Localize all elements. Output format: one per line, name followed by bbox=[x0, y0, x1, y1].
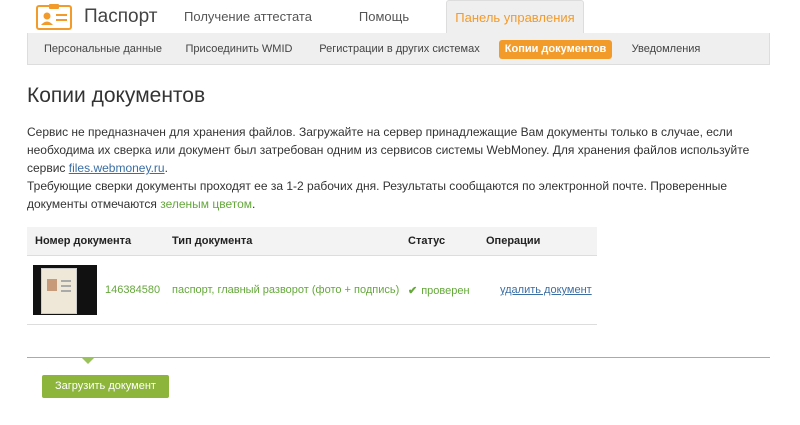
tab-get-certificate[interactable]: Получение аттестата bbox=[176, 0, 320, 33]
subnav-notifications[interactable]: Уведомления bbox=[624, 40, 708, 59]
top-navigation: Паспорт Получение аттестата Помощь Панел… bbox=[0, 0, 800, 34]
divider-pointer-icon bbox=[82, 358, 94, 364]
table-header-row: Номер документа Тип документа Статус Опе… bbox=[27, 227, 597, 256]
section-divider bbox=[27, 357, 770, 358]
page-title: Копии документов bbox=[27, 84, 206, 107]
brand-title[interactable]: Паспорт bbox=[84, 6, 157, 28]
header-status: Статус bbox=[408, 227, 486, 256]
subnav-other-registrations[interactable]: Регистрации в других системах bbox=[312, 40, 487, 59]
document-number: 146384580 bbox=[105, 284, 161, 296]
subnav-document-copies[interactable]: Копии документов bbox=[499, 40, 612, 59]
header-operations: Операции bbox=[486, 227, 597, 256]
document-thumbnail-icon[interactable] bbox=[33, 265, 97, 315]
delete-document-link[interactable]: удалить документ bbox=[500, 284, 592, 296]
subnav-attach-wmid[interactable]: Присоединить WMID bbox=[180, 40, 298, 59]
document-status: проверен bbox=[421, 284, 470, 297]
subnav-bar: Персональные данные Присоединить WMID Ре… bbox=[27, 33, 770, 65]
operations-cell: удалить документ bbox=[486, 255, 597, 325]
subnav-personal-data[interactable]: Персональные данные bbox=[38, 40, 168, 59]
documents-table: Номер документа Тип документа Статус Опе… bbox=[27, 227, 597, 325]
document-cell: 146384580 bbox=[27, 255, 172, 325]
intro2-text-part1: Требующие сверки документы проходят ее з… bbox=[27, 179, 728, 211]
intro-text: Сервис не предназначен для хранения файл… bbox=[27, 123, 767, 213]
document-type: паспорт, главный разворот (фото + подпис… bbox=[172, 255, 408, 325]
document-status-cell: ✔ проверен bbox=[408, 255, 486, 325]
upload-document-button[interactable]: Загрузить документ bbox=[42, 375, 169, 398]
files-link[interactable]: files.webmoney.ru bbox=[69, 161, 165, 175]
check-icon: ✔ bbox=[408, 284, 418, 297]
tab-control-panel[interactable]: Панель управления bbox=[446, 0, 584, 34]
intro2-text-part2: . bbox=[252, 197, 256, 211]
intro2-green-text: зеленым цветом bbox=[160, 197, 253, 211]
tab-help[interactable]: Помощь bbox=[340, 0, 428, 33]
table-row: 146384580 паспорт, главный разворот (фот… bbox=[27, 255, 597, 325]
intro-text-part2: . bbox=[164, 161, 168, 175]
header-number: Номер документа bbox=[27, 227, 172, 256]
passport-logo-icon bbox=[36, 4, 72, 30]
header-type: Тип документа bbox=[172, 227, 408, 256]
